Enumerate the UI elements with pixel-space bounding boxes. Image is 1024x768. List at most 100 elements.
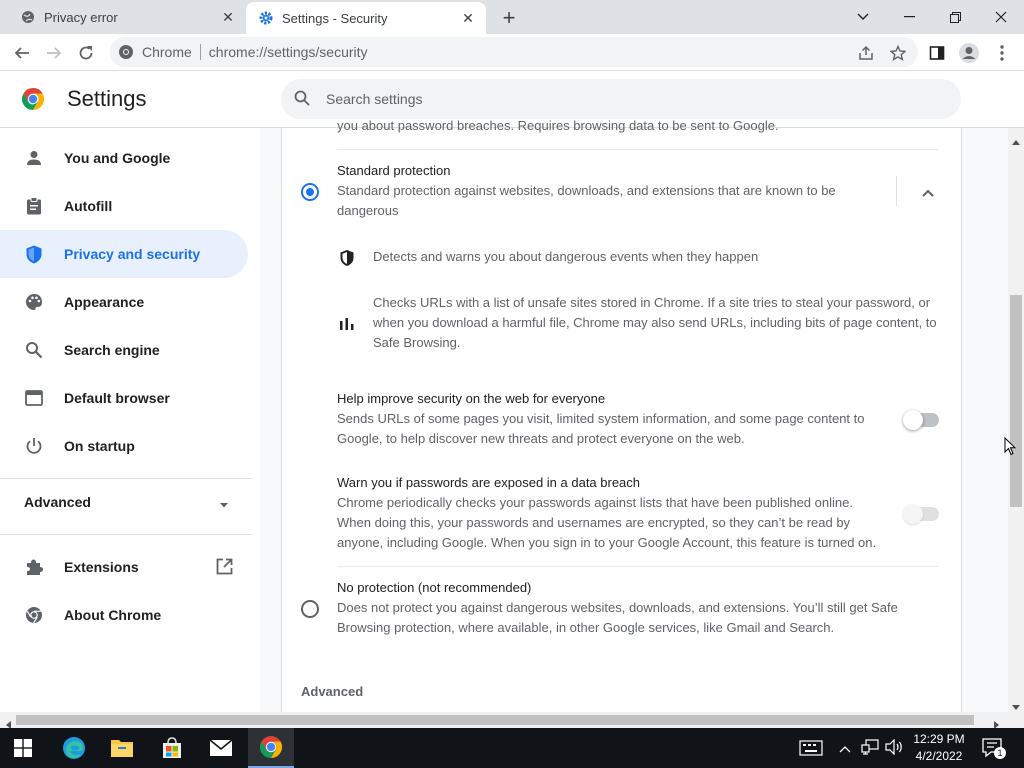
sidebar-item-about-chrome[interactable]: About Chrome bbox=[0, 591, 248, 639]
puzzle-icon bbox=[24, 557, 44, 577]
standard-protection-title: Standard protection bbox=[337, 163, 451, 178]
browser-window-icon bbox=[24, 388, 44, 408]
keyboard-icon[interactable] bbox=[799, 740, 823, 759]
url-text: chrome://settings/security bbox=[208, 44, 368, 60]
back-button[interactable] bbox=[9, 40, 35, 66]
section-divider bbox=[337, 149, 938, 150]
address-bar[interactable]: Chrome chrome://settings/security bbox=[110, 37, 918, 67]
no-protection-title: No protection (not recommended) bbox=[337, 580, 532, 595]
sidebar-advanced-toggle[interactable]: Advanced bbox=[24, 494, 91, 510]
sidebar-item-label: About Chrome bbox=[64, 607, 162, 623]
chrome-logo-icon bbox=[21, 87, 45, 111]
restore-button[interactable] bbox=[932, 4, 978, 30]
chevron-up-tray-icon[interactable] bbox=[839, 741, 851, 756]
sidebar-item-search-engine[interactable]: Search engine bbox=[0, 326, 248, 374]
search-icon bbox=[24, 340, 44, 360]
windows-start-icon[interactable] bbox=[0, 728, 46, 768]
network-icon[interactable] bbox=[861, 739, 879, 758]
open-in-new-icon bbox=[216, 558, 233, 578]
tab-settings-security[interactable]: Settings - Security ✕ bbox=[246, 2, 486, 34]
edge-icon[interactable] bbox=[51, 728, 97, 768]
standard-protection-radio[interactable] bbox=[301, 183, 319, 201]
windows-taskbar: 12:29 PM 4/2/2022 1 bbox=[0, 728, 1024, 768]
forward-button[interactable] bbox=[41, 40, 67, 66]
vertical-scroll-thumb[interactable] bbox=[1010, 295, 1022, 507]
mail-icon[interactable] bbox=[198, 728, 244, 768]
no-protection-radio[interactable] bbox=[301, 600, 319, 618]
warn-passwords-desc-line3: anyone, including Google. When you sign … bbox=[337, 535, 877, 550]
settings-sidebar: You and Google Autofill Privacy and secu… bbox=[0, 128, 260, 712]
profile-avatar[interactable] bbox=[956, 40, 982, 66]
palette-icon bbox=[24, 292, 44, 312]
no-protection-desc-line1: Does not protect you against dangerous w… bbox=[337, 600, 898, 615]
safe-browsing-card: you about password breaches. Requires br… bbox=[281, 118, 962, 712]
gear-icon bbox=[258, 10, 274, 26]
sidebar-item-on-startup[interactable]: On startup bbox=[0, 422, 248, 470]
clock-date: 4/2/2022 bbox=[915, 749, 963, 763]
sidebar-item-label: Autofill bbox=[64, 198, 113, 214]
feature-checks-urls-line3: Safe Browsing. bbox=[373, 335, 461, 350]
notification-count-badge: 1 bbox=[994, 747, 1006, 759]
share-icon[interactable] bbox=[853, 40, 879, 66]
help-improve-desc-line2: Google, to help discover new threats and… bbox=[337, 431, 745, 446]
horizontal-scroll-thumb[interactable] bbox=[16, 715, 974, 725]
chrome-outline-icon bbox=[24, 605, 44, 625]
no-protection-desc-line2: Browsing protection, where available, in… bbox=[337, 620, 835, 635]
file-explorer-icon[interactable] bbox=[99, 728, 145, 768]
close-icon[interactable]: ✕ bbox=[458, 8, 478, 28]
sidebar-item-extensions[interactable]: Extensions bbox=[0, 543, 248, 591]
side-panel-icon[interactable] bbox=[924, 40, 950, 66]
warn-passwords-desc-line1: Chrome periodically checks your password… bbox=[337, 495, 853, 510]
store-icon[interactable] bbox=[149, 728, 195, 768]
globe-icon bbox=[20, 9, 36, 25]
bar-chart-icon bbox=[340, 317, 354, 335]
site-chip: Chrome bbox=[142, 44, 192, 60]
sidebar-item-label: Appearance bbox=[64, 294, 145, 310]
close-icon[interactable]: ✕ bbox=[218, 7, 238, 27]
caret-down-icon[interactable] bbox=[218, 498, 230, 510]
vertical-scrollbar[interactable] bbox=[1008, 128, 1024, 712]
section-divider bbox=[337, 566, 938, 567]
chrome-taskbar-icon[interactable] bbox=[248, 728, 294, 768]
sidebar-item-label: You and Google bbox=[64, 150, 171, 166]
warn-passwords-desc-line2: When doing this, your passwords and user… bbox=[337, 515, 851, 530]
volume-icon[interactable] bbox=[885, 738, 903, 758]
reload-button[interactable] bbox=[73, 40, 99, 66]
horizontal-scrollbar[interactable] bbox=[0, 712, 1024, 729]
warn-passwords-toggle[interactable] bbox=[903, 504, 939, 524]
menu-kebab-icon[interactable] bbox=[989, 40, 1015, 66]
mouse-cursor-icon bbox=[1004, 436, 1017, 461]
sidebar-item-default-browser[interactable]: Default browser bbox=[0, 374, 248, 422]
omnibox-separator bbox=[199, 44, 201, 60]
chevron-up-icon[interactable] bbox=[922, 184, 940, 202]
close-window-button[interactable] bbox=[978, 4, 1024, 30]
tab-privacy-error[interactable]: Privacy error ✕ bbox=[8, 0, 246, 34]
notification-center-icon[interactable]: 1 bbox=[982, 738, 1006, 761]
search-input[interactable] bbox=[326, 91, 926, 107]
clock-time: 12:29 PM bbox=[913, 732, 965, 746]
sidebar-item-label: On startup bbox=[64, 438, 135, 454]
sidebar-item-appearance[interactable]: Appearance bbox=[0, 278, 248, 326]
power-icon bbox=[24, 436, 44, 456]
tab-search-chevron-icon[interactable] bbox=[840, 4, 886, 30]
standard-protection-desc-line2: dangerous bbox=[337, 203, 399, 218]
new-tab-button[interactable]: + bbox=[498, 5, 520, 30]
warn-passwords-title: Warn you if passwords are exposed in a d… bbox=[337, 475, 641, 490]
sidebar-divider bbox=[0, 534, 252, 535]
browser-toolbar: Chrome chrome://settings/security bbox=[0, 34, 1024, 71]
sidebar-item-label: Search engine bbox=[64, 342, 160, 358]
sidebar-item-privacy-and-security[interactable]: Privacy and security bbox=[0, 230, 248, 278]
help-improve-toggle[interactable] bbox=[903, 410, 939, 430]
help-improve-desc-line1: Sends URLs of some pages you visit, limi… bbox=[337, 411, 865, 426]
enhanced-protection-desc-tail: you about password breaches. Requires br… bbox=[337, 118, 779, 133]
sidebar-divider bbox=[0, 478, 252, 479]
scroll-up-arrow-icon[interactable] bbox=[1012, 132, 1020, 150]
sidebar-item-autofill[interactable]: Autofill bbox=[0, 182, 248, 230]
taskbar-clock[interactable]: 12:29 PM 4/2/2022 bbox=[906, 731, 972, 765]
sidebar-item-you-and-google[interactable]: You and Google bbox=[0, 134, 248, 182]
settings-search[interactable] bbox=[281, 79, 961, 119]
minimize-button[interactable] bbox=[886, 4, 932, 30]
bookmark-star-icon[interactable] bbox=[885, 40, 911, 66]
help-improve-title: Help improve security on the web for eve… bbox=[337, 391, 606, 406]
feature-checks-urls-line1: Checks URLs with a list of unsafe sites … bbox=[373, 295, 931, 310]
